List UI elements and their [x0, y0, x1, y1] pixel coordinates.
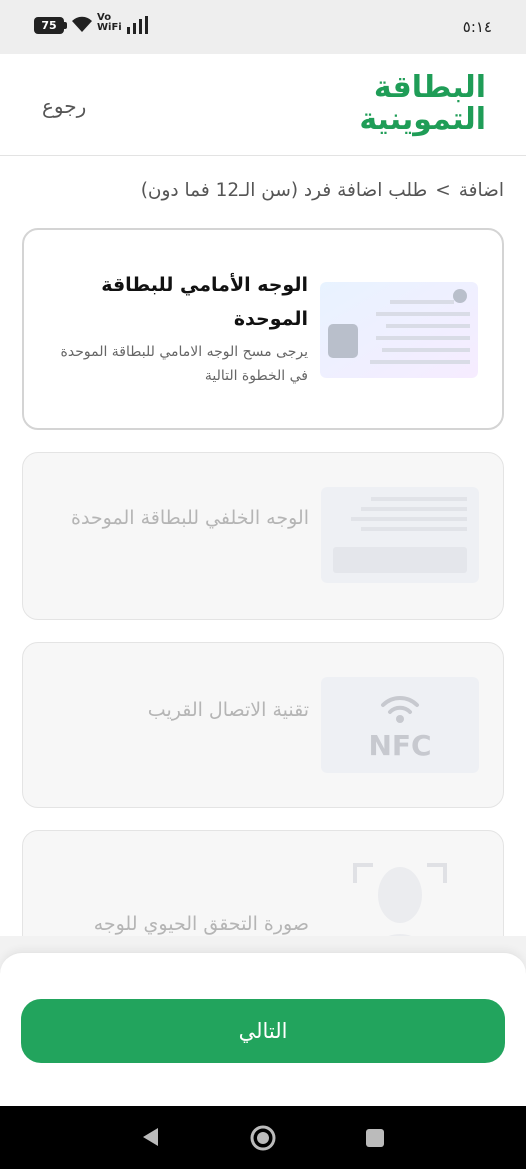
vowifi-label: Vo WiFi	[97, 12, 122, 33]
step-title: الوجه الأمامي للبطاقة الموحدة	[101, 274, 308, 330]
step-description: يرجى مسح الوجه الامامي للبطاقة الموحدة ف…	[60, 344, 308, 384]
step-card-nfc[interactable]: تقنية الاتصال القريب NFC	[22, 642, 504, 808]
signal-icon	[127, 16, 148, 34]
breadcrumb-current: طلب اضافة فرد (سن الـ12 فما دون)	[140, 180, 428, 201]
bottom-action-sheet: التالي	[0, 952, 526, 1106]
step-card-front[interactable]: الوجه الأمامي للبطاقة الموحدة يرجى مسح ا…	[22, 228, 504, 430]
status-clock: ٥:١٤	[462, 18, 492, 36]
status-bar: 75 Vo WiFi ٥:١٤	[0, 0, 526, 54]
system-nav-bar	[0, 1106, 526, 1169]
app-logo: البطاقة التموينية	[359, 72, 486, 136]
battery-indicator: 75	[34, 17, 67, 34]
id-card-back-illustration	[321, 487, 479, 583]
nav-home-icon[interactable]	[249, 1124, 277, 1152]
step-title: الوجه الخلفي للبطاقة الموحدة	[70, 507, 309, 529]
nav-recents-icon[interactable]	[365, 1128, 385, 1148]
wifi-icon	[72, 16, 92, 32]
app-header: البطاقة التموينية رجوع	[0, 54, 526, 156]
step-card-back[interactable]: الوجه الخلفي للبطاقة الموحدة	[22, 452, 504, 620]
step-card-face[interactable]: صورة التحقق الحيوي للوجه	[22, 830, 504, 936]
logo-line-1: البطاقة	[373, 70, 486, 105]
breadcrumb-separator: >	[435, 180, 451, 201]
logo-line-2: التموينية	[359, 102, 486, 137]
face-scan-icon	[353, 863, 447, 936]
step-title: تقنية الاتصال القريب	[147, 699, 309, 721]
next-button[interactable]: التالي	[21, 999, 505, 1063]
nav-back-icon[interactable]	[140, 1126, 160, 1148]
main-content: اضافة > طلب اضافة فرد (سن الـ12 فما دون) ا…	[0, 156, 526, 936]
nfc-icon: NFC	[321, 677, 479, 773]
step-title: صورة التحقق الحيوي للوجه	[93, 913, 309, 935]
breadcrumb-root[interactable]: اضافة	[459, 180, 504, 201]
breadcrumb: اضافة > طلب اضافة فرد (سن الـ12 فما دون)	[141, 180, 504, 201]
id-card-front-illustration	[320, 282, 478, 378]
back-button[interactable]: رجوع	[42, 94, 86, 118]
nfc-label: NFC	[368, 729, 431, 762]
